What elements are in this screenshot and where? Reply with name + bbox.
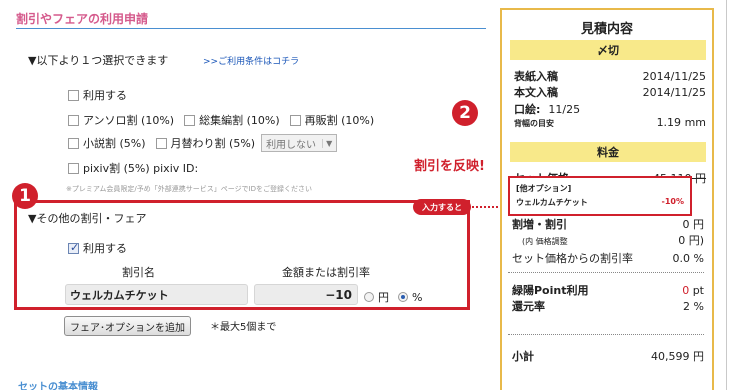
anthology-label: アンソロ割 (10%) xyxy=(83,114,175,127)
cover-row: 表紙入稿 2014/11/25 xyxy=(514,68,706,84)
anthology-checkbox[interactable] xyxy=(68,114,79,126)
discount-rate-row: セット価格からの割引率 0.0 % xyxy=(512,250,704,266)
reprint-checkbox[interactable] xyxy=(289,114,301,126)
increase-label: 割増・割引 xyxy=(512,218,567,231)
deadline-band: 〆切 xyxy=(510,40,706,60)
reflect-callout: 割引を反映! xyxy=(414,159,485,174)
percent-radio[interactable] xyxy=(398,292,408,302)
summary-separator-2 xyxy=(508,334,704,335)
discount-rate-label: セット価格からの割引率 xyxy=(512,252,633,265)
pixiv-label: pixiv割 (5%) pixiv ID: xyxy=(83,162,199,175)
point-value: 0 xyxy=(682,284,690,297)
other-use-row: 利用する xyxy=(68,240,127,256)
yen-radio[interactable] xyxy=(364,292,374,302)
welcome-ticket-label: ウェルカムチケット xyxy=(516,198,588,207)
step-2-badge: 2 xyxy=(452,100,478,126)
use-discount-checkbox[interactable] xyxy=(68,89,79,101)
welcome-ticket-value: -10% xyxy=(661,197,684,206)
estimate-title: 見積内容 xyxy=(580,22,633,37)
increase-unit: 円 xyxy=(693,218,704,231)
novel-label: 小説割 (5%) xyxy=(83,137,146,150)
point-label: 緑陽Point利用 xyxy=(512,284,589,297)
pixiv-row: pixiv割 (5%) pixiv ID: xyxy=(68,160,198,176)
select-note: ▼以下より１つ選択できます xyxy=(28,54,169,67)
spine-row: 背幅の目安 1.19 mm xyxy=(514,116,706,129)
delivery-row: 口絵: 11/25 xyxy=(514,101,706,117)
percent-label: % xyxy=(412,290,423,304)
increase-value: 0 xyxy=(682,218,690,231)
price-adjust-label: (内 価格調整 xyxy=(522,237,568,246)
next-section-title: セットの基本情報 xyxy=(18,382,98,390)
max-note: ＊最大5個まで xyxy=(210,322,277,333)
section-title: 割引やフェアの利用申請 xyxy=(16,12,149,26)
body-row: 本文入稿 2014/11/25 xyxy=(514,84,706,100)
subtotal-label: 小計 xyxy=(512,350,534,363)
increase-row: 割増・割引 0 円 xyxy=(512,216,704,232)
set-price-unit: 円 xyxy=(695,172,706,185)
unit-radio-group: 円 % xyxy=(364,289,422,305)
column-amount: 金額または割引率 xyxy=(282,266,370,279)
welcome-ticket-row: ウェルカムチケット -10% xyxy=(516,197,684,208)
column-discount-name: 割引名 xyxy=(122,266,155,279)
column-divider xyxy=(726,0,727,390)
omnibus-checkbox[interactable] xyxy=(184,114,196,126)
conditions-link[interactable]: >>ご利用条件はコチラ xyxy=(203,54,299,67)
novel-checkbox[interactable] xyxy=(68,137,79,149)
deadline-label: 〆切 xyxy=(597,44,619,57)
body-label: 本文入稿 xyxy=(514,86,558,99)
point-row: 緑陽Point利用 0 pt xyxy=(512,282,704,298)
cover-label: 表紙入稿 xyxy=(514,70,558,83)
monthly-label: 月替わり割 (5%) xyxy=(170,137,256,150)
spine-unit: mm xyxy=(684,116,706,129)
input-callout-pill: 入力すると xyxy=(413,199,471,215)
use-discount-label: 利用する xyxy=(83,89,127,102)
other-discounts-title: ▼その他の割引・フェア xyxy=(28,212,147,225)
step-1-badge: 1 xyxy=(12,183,38,209)
return-row: 還元率 2 % xyxy=(512,298,704,314)
discount-name-input[interactable]: ウェルカムチケット xyxy=(65,284,248,305)
monthly-select[interactable]: 利用しない ▼ xyxy=(261,134,338,152)
discount-amount-input[interactable]: −10 xyxy=(254,284,358,305)
chevron-down-icon: ▼ xyxy=(322,138,332,148)
cover-date: 2014/11/25 xyxy=(642,70,706,83)
spine-label: 背幅の目安 xyxy=(514,119,554,128)
other-use-label: 利用する xyxy=(83,242,127,255)
discount-options-row1: アンソロ割 (10%) 総集編割 (10%) 再販割 (10%) xyxy=(68,112,380,128)
highlight-box-applied-discount xyxy=(508,176,692,216)
return-label: 還元率 xyxy=(512,300,545,313)
return-unit: % xyxy=(693,300,704,313)
price-adjust-row: (内 価格調整 0 円) xyxy=(512,232,704,248)
discount-rate-value: 0.0 xyxy=(672,252,691,265)
monthly-checkbox[interactable] xyxy=(155,137,167,149)
monthly-select-value: 利用しない xyxy=(266,139,317,151)
point-unit: pt xyxy=(692,284,704,297)
subtotal-unit: 円 xyxy=(693,350,704,363)
other-options-row: [他オプション] xyxy=(516,183,684,194)
summary-separator-1 xyxy=(508,272,704,273)
pixiv-checkbox[interactable] xyxy=(68,162,79,174)
subtotal-value: 40,599 xyxy=(651,350,690,363)
subtotal-row: 小計 40,599 円 xyxy=(512,348,704,364)
fee-label: 料金 xyxy=(597,146,619,159)
return-value: 2 xyxy=(683,300,691,313)
add-fair-option-button[interactable]: フェア･オプションを追加 xyxy=(64,316,191,336)
body-date: 2014/11/25 xyxy=(642,86,706,99)
other-options-label: [他オプション] xyxy=(516,184,572,193)
reprint-label: 再販割 (10%) xyxy=(304,114,375,127)
discount-options-row2: 小説割 (5%) 月替わり割 (5%) 利用しない ▼ xyxy=(68,134,338,152)
spine-value: 1.19 xyxy=(656,116,682,129)
other-use-checkbox[interactable] xyxy=(68,241,79,254)
fee-band: 料金 xyxy=(510,142,706,162)
yen-label: 円 xyxy=(378,291,389,304)
price-adjust-unit: 円) xyxy=(688,234,704,247)
omnibus-label: 総集編割 (10%) xyxy=(199,114,280,127)
premium-note: ※プレミアム会員限定/予め「外部連携サービス」ページでIDをご登録ください xyxy=(66,185,313,193)
use-discount-row: 利用する xyxy=(68,87,127,103)
price-adjust-value: 0 xyxy=(678,234,686,247)
discount-rate-unit: % xyxy=(693,252,704,265)
delivery-label: 口絵: xyxy=(514,103,541,116)
delivery-date: 11/25 xyxy=(548,103,581,116)
section-divider xyxy=(16,28,486,29)
